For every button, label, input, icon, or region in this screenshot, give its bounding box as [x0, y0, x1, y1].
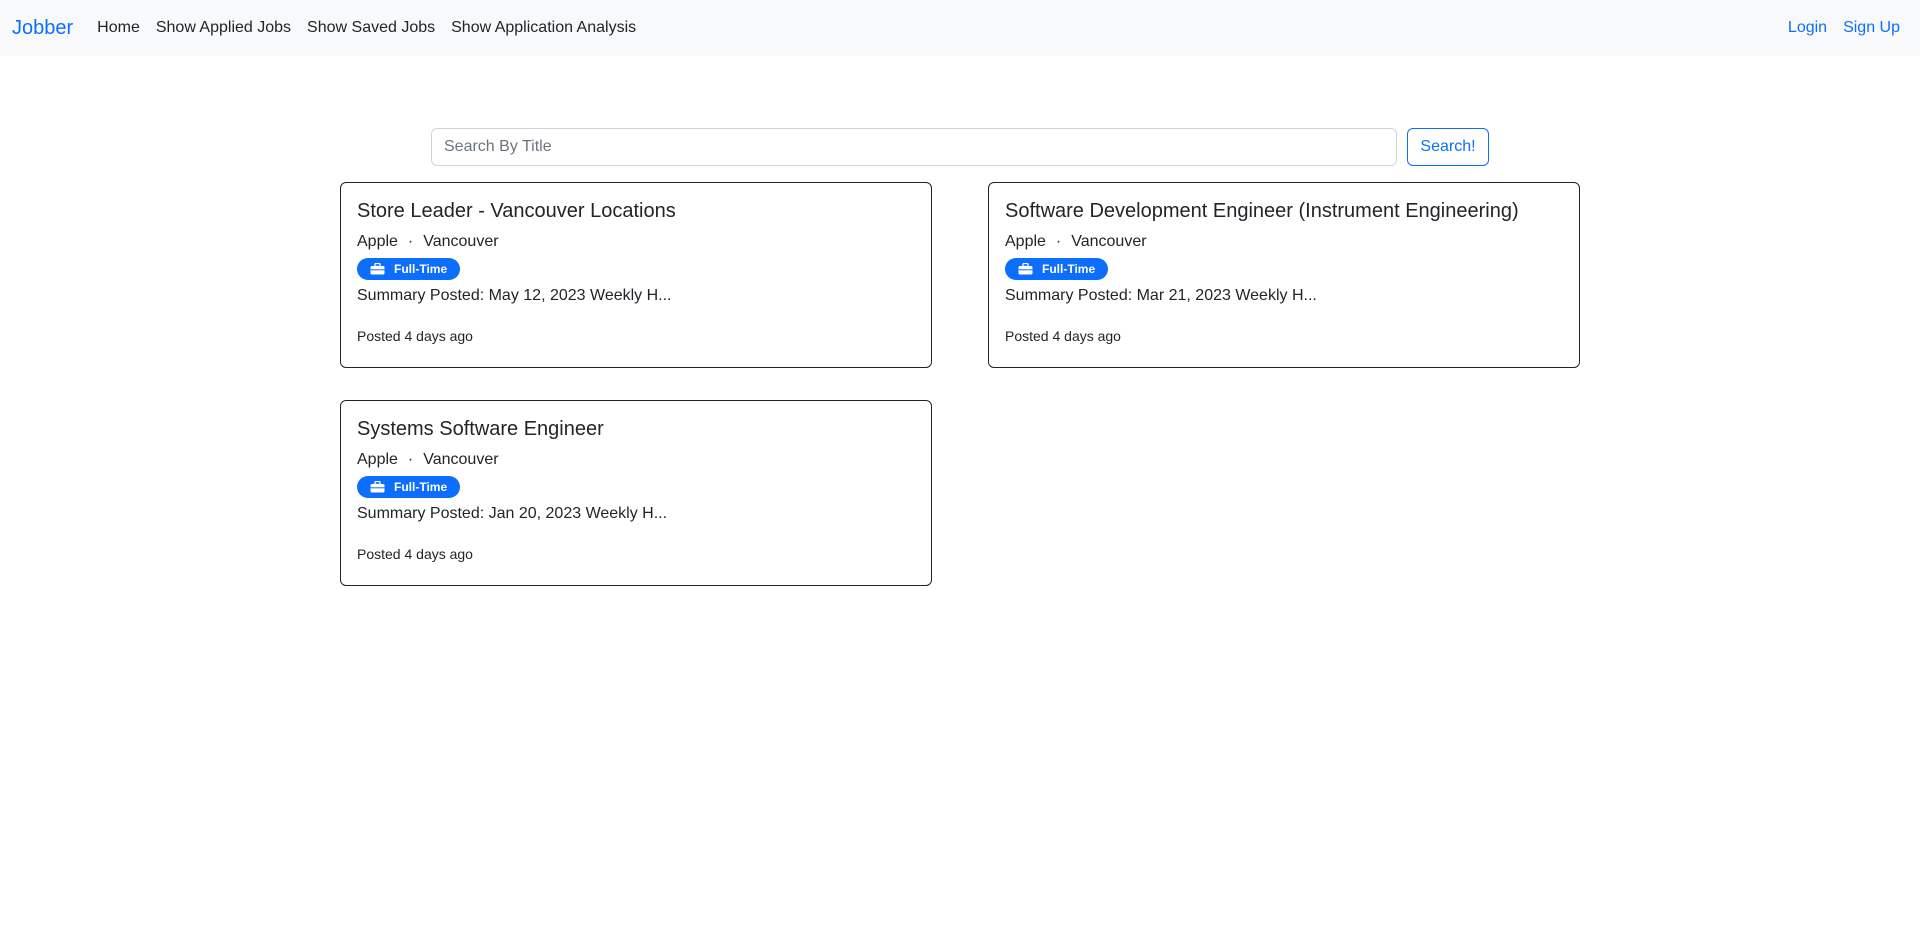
- job-type-label: Full-Time: [394, 262, 448, 276]
- job-type-label: Full-Time: [1042, 262, 1096, 276]
- job-location: Vancouver: [423, 451, 499, 468]
- job-card[interactable]: Systems Software Engineer Apple · Vancou…: [340, 400, 932, 586]
- job-summary: Summary Posted: Mar 21, 2023 Weekly H...: [1005, 287, 1317, 304]
- job-type-badge: Full-Time: [357, 258, 461, 280]
- search-input[interactable]: [431, 128, 1397, 166]
- signup-link[interactable]: Sign Up: [1835, 19, 1908, 37]
- search-bar: Search!: [431, 128, 1489, 166]
- job-posted-time: Posted 4 days ago: [357, 328, 473, 344]
- job-posted-time: Posted 4 days ago: [1005, 328, 1121, 344]
- nav-home[interactable]: Home: [89, 19, 148, 37]
- job-meta: Apple · Vancouver: [1005, 232, 1563, 252]
- nav-auth: Login Sign Up: [1780, 19, 1908, 37]
- job-company: Apple: [357, 451, 398, 468]
- job-card[interactable]: Store Leader - Vancouver Locations Apple…: [340, 182, 932, 368]
- job-summary: Summary Posted: May 12, 2023 Weekly H...: [357, 287, 672, 304]
- briefcase-icon: [370, 263, 385, 275]
- job-type-label: Full-Time: [394, 480, 448, 494]
- search-button[interactable]: Search!: [1407, 128, 1489, 166]
- nav-show-application-analysis[interactable]: Show Application Analysis: [443, 19, 644, 37]
- briefcase-icon: [370, 481, 385, 493]
- job-title[interactable]: Systems Software Engineer: [357, 417, 915, 441]
- job-company: Apple: [357, 233, 398, 250]
- job-meta: Apple · Vancouver: [357, 232, 915, 252]
- separator-dot: ·: [1055, 233, 1062, 250]
- briefcase-icon: [1018, 263, 1033, 275]
- nav-show-saved-jobs[interactable]: Show Saved Jobs: [299, 19, 443, 37]
- job-location: Vancouver: [423, 233, 499, 250]
- separator-dot: ·: [407, 233, 414, 250]
- job-location: Vancouver: [1071, 233, 1147, 250]
- job-type-badge: Full-Time: [357, 476, 461, 498]
- job-card[interactable]: Software Development Engineer (Instrumen…: [988, 182, 1580, 368]
- login-link[interactable]: Login: [1780, 19, 1835, 37]
- job-type-badge: Full-Time: [1005, 258, 1109, 280]
- navbar: Jobber Home Show Applied Jobs Show Saved…: [0, 0, 1920, 56]
- separator-dot: ·: [407, 451, 414, 468]
- nav-links: Home Show Applied Jobs Show Saved Jobs S…: [89, 19, 644, 37]
- brand-link[interactable]: Jobber: [12, 17, 73, 40]
- job-title[interactable]: Software Development Engineer (Instrumen…: [1005, 199, 1563, 223]
- job-summary: Summary Posted: Jan 20, 2023 Weekly H...: [357, 505, 668, 522]
- nav-show-applied-jobs[interactable]: Show Applied Jobs: [148, 19, 299, 37]
- job-posted-time: Posted 4 days ago: [357, 546, 473, 562]
- job-title[interactable]: Store Leader - Vancouver Locations: [357, 199, 915, 223]
- job-company: Apple: [1005, 233, 1046, 250]
- job-meta: Apple · Vancouver: [357, 450, 915, 470]
